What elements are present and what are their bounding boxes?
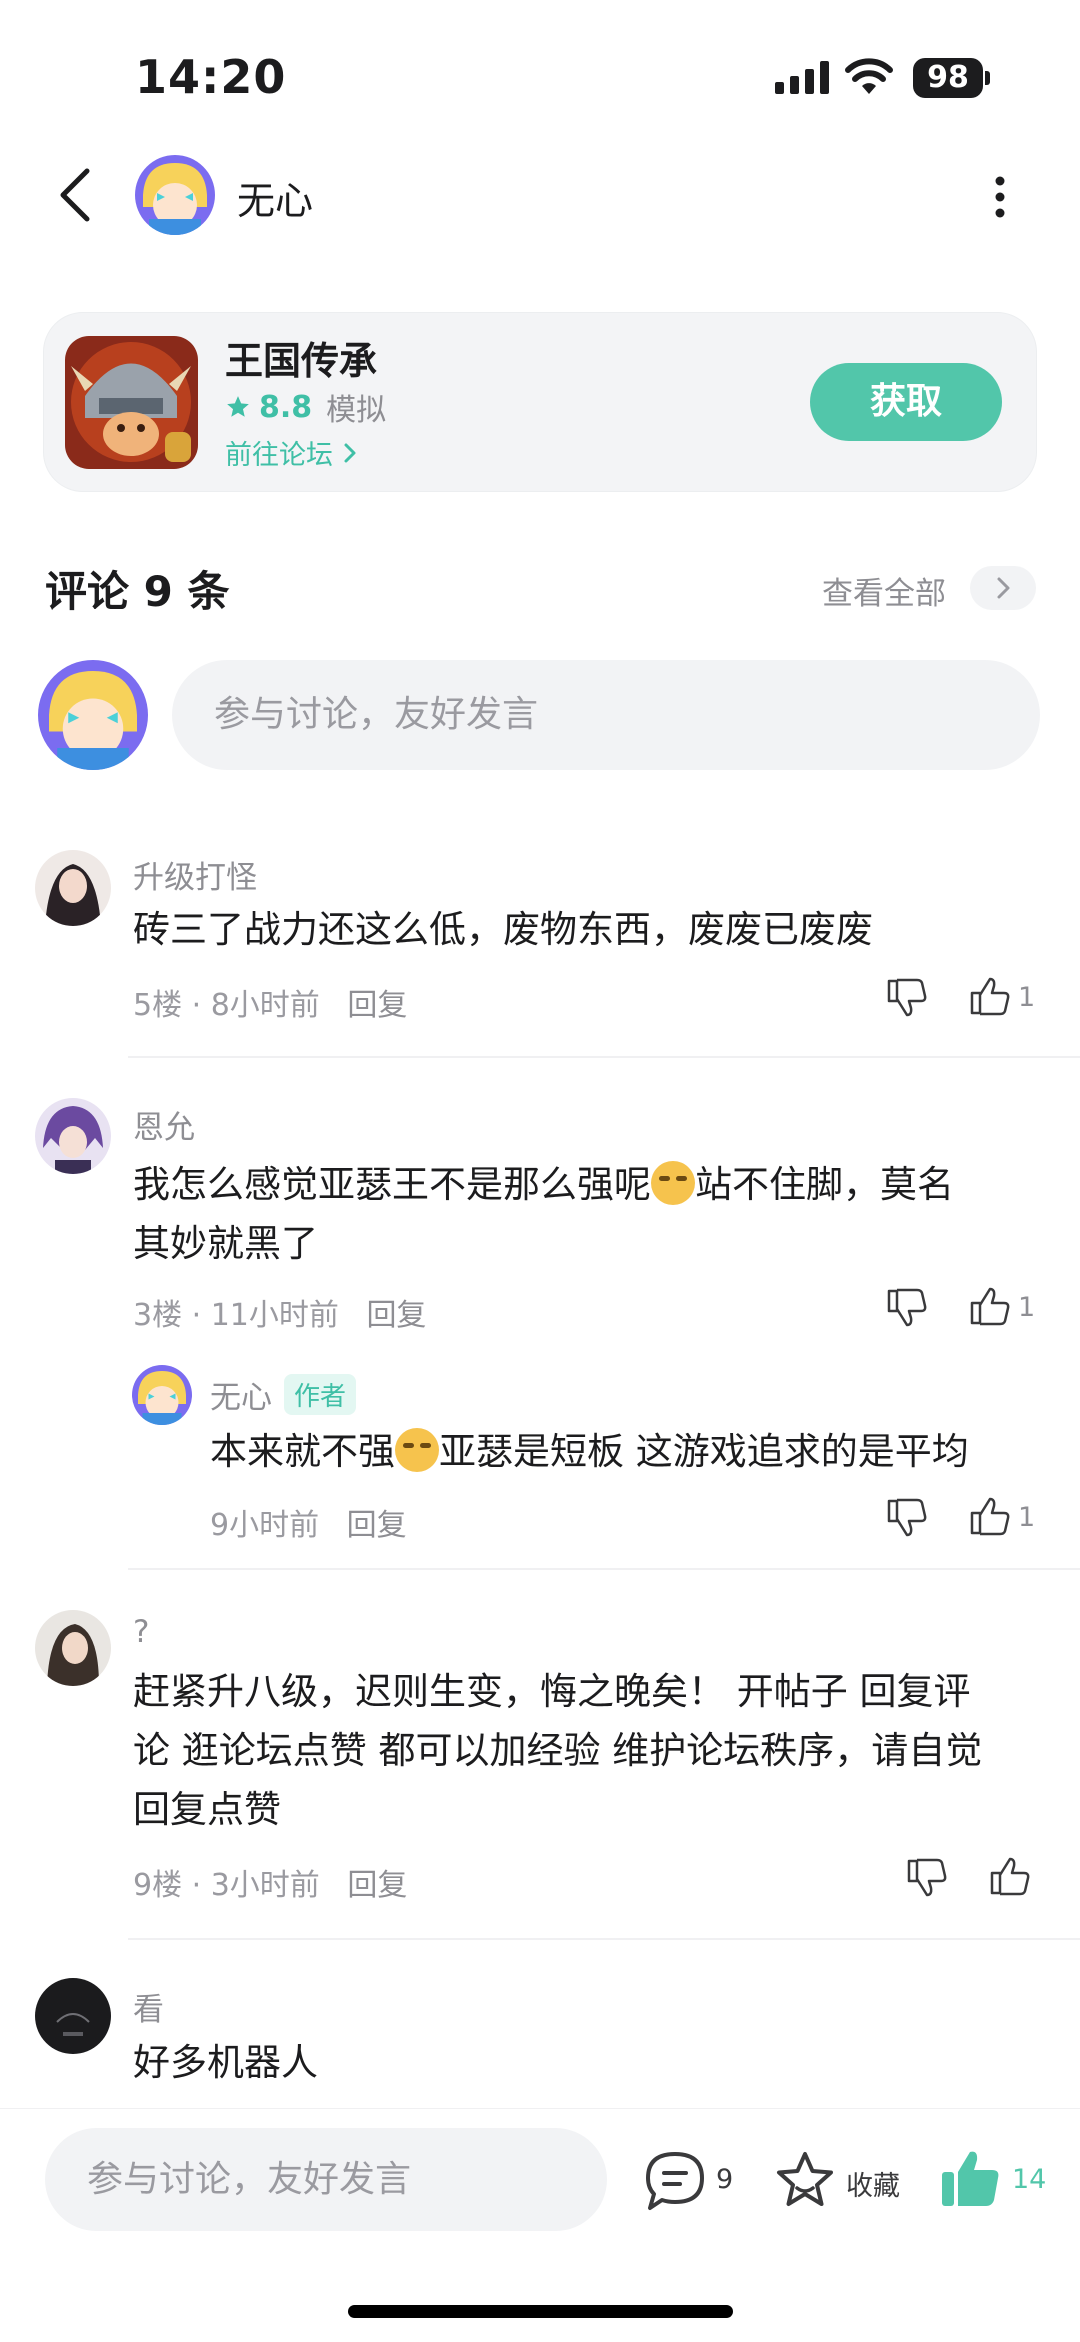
comment-text-part: 站不住脚，莫名 <box>695 1163 954 1206</box>
commenter-avatar[interactable] <box>35 1098 111 1174</box>
commenter-name[interactable]: 升级打怪 <box>133 852 257 897</box>
comment-time: 8小时前 <box>210 988 320 1023</box>
favorite-label[interactable]: 收藏 <box>846 2164 900 2203</box>
my-avatar <box>38 660 148 770</box>
like-icon[interactable] <box>968 1285 1012 1329</box>
favorite-star-icon[interactable] <box>772 2148 838 2214</box>
reply-author-avatar[interactable] <box>132 1365 192 1425</box>
dislike-icon[interactable] <box>885 975 929 1019</box>
like-count: 1 <box>1018 1502 1036 1533</box>
comment-meta: 9楼 · 3小时前 回复 <box>133 1868 408 1903</box>
like-icon[interactable] <box>968 1495 1012 1539</box>
reply-text-part: 亚瑟是短板 这游戏追求的是平均 <box>439 1430 969 1473</box>
reply-meta: 9小时前 回复 <box>210 1500 407 1544</box>
status-time: 14:20 <box>135 50 287 104</box>
view-all-button[interactable] <box>970 566 1036 610</box>
chevron-right-icon <box>344 443 356 462</box>
dislike-icon[interactable] <box>885 1495 929 1539</box>
comment-text: 赶紧升八级，迟则生变，悔之晚矣！ 开帖子 回复评 论 逛论坛点赞 都可以加经验 … <box>133 1662 1063 1839</box>
comment-meta: 3楼 · 11小时前 回复 <box>133 1298 427 1333</box>
comment-text: 我怎么感觉亚瑟王不是那么强呢 站不住脚，莫名 其妙就黑了 <box>133 1155 1033 1273</box>
comments-title: 评论 9 条 <box>45 567 230 616</box>
like-icon[interactable] <box>968 975 1012 1019</box>
battery-indicator: 98 <box>913 58 983 98</box>
commenter-avatar[interactable] <box>35 1610 111 1686</box>
divider <box>128 1056 1080 1058</box>
more-vertical-icon[interactable] <box>993 175 1007 219</box>
like-count-total: 14 <box>1012 2164 1047 2195</box>
reply-button[interactable]: 回复 <box>347 988 407 1023</box>
header-avatar[interactable] <box>135 155 215 235</box>
battery-nub <box>985 71 990 85</box>
author-badge: 作者 <box>284 1374 357 1415</box>
commenter-avatar[interactable] <box>35 1978 111 2054</box>
bottom-comment-input[interactable]: 参与讨论，友好发言 <box>45 2128 607 2231</box>
game-title: 王国传承 <box>225 339 378 383</box>
like-icon[interactable] <box>988 1855 1032 1899</box>
get-game-button[interactable]: 获取 <box>810 363 1002 441</box>
like-filled-icon[interactable] <box>938 2146 1004 2212</box>
comment-text-line: 赶紧升八级，迟则生变，悔之晚矣！ 开帖子 回复评 <box>133 1670 971 1713</box>
star-icon <box>227 396 249 417</box>
comment-text: 好多机器人 <box>133 2041 318 2084</box>
game-rating: 8.8 <box>259 389 313 425</box>
smirk-emoji-icon <box>651 1161 695 1205</box>
game-genre: 模拟 <box>326 393 387 428</box>
like-count: 1 <box>1018 1292 1036 1323</box>
reply-text-part: 本来就不强 <box>210 1430 395 1473</box>
commenter-name[interactable]: ? <box>133 1614 149 1650</box>
reply-button[interactable]: 回复 <box>366 1298 426 1333</box>
dislike-icon[interactable] <box>905 1855 949 1899</box>
game-rating-row: 8.8 模拟 <box>225 385 386 429</box>
reply-button[interactable]: 回复 <box>347 1868 407 1903</box>
dislike-icon[interactable] <box>885 1285 929 1329</box>
smirk-emoji-icon <box>395 1428 439 1472</box>
chevron-right-icon <box>997 577 1010 599</box>
comment-text-part: 其妙就黑了 <box>133 1222 318 1265</box>
comment-time: 3小时前 <box>210 1868 320 1903</box>
reply-time: 9小时前 <box>210 1508 320 1543</box>
cellular-signal-icon <box>775 60 829 94</box>
comment-floor: 3楼 <box>133 1298 183 1333</box>
comment-text-part: 我怎么感觉亚瑟王不是那么强呢 <box>133 1163 651 1206</box>
divider <box>128 1568 1080 1570</box>
reply-author-name[interactable]: 无心 <box>210 1372 272 1417</box>
header-username: 无心 <box>237 179 314 223</box>
home-indicator[interactable] <box>348 2305 733 2318</box>
comment-text-line: 回复点赞 <box>133 1788 281 1831</box>
like-count: 1 <box>1018 982 1036 1013</box>
forum-link-label: 前往论坛 <box>225 440 333 471</box>
comment-text: 砖三了战力还这么低，废物东西，废废已废废 <box>133 908 873 951</box>
forum-link[interactable]: 前往论坛 <box>225 433 357 472</box>
commenter-name[interactable]: 恩允 <box>133 1102 195 1147</box>
back-chevron-icon[interactable] <box>55 165 95 225</box>
reply-button[interactable]: 回复 <box>347 1508 407 1543</box>
commenter-avatar[interactable] <box>35 850 111 926</box>
comment-bubble-icon[interactable] <box>642 2148 708 2214</box>
game-app-icon[interactable] <box>65 336 198 469</box>
wifi-icon <box>845 58 893 94</box>
comment-count: 9 <box>716 2164 734 2195</box>
reply-author-row: 无心 作者 <box>210 1372 357 1417</box>
comment-floor: 9楼 <box>133 1868 183 1903</box>
reply-text: 本来就不强 亚瑟是短板 这游戏追求的是平均 <box>210 1422 969 1481</box>
view-all-link[interactable]: 查看全部 <box>822 568 946 613</box>
commenter-name[interactable]: 看 <box>133 1984 164 2029</box>
comment-time: 11小时前 <box>210 1298 339 1333</box>
comment-input[interactable]: 参与讨论，友好发言 <box>172 660 1040 770</box>
comment-meta: 5楼 · 8小时前 回复 <box>133 988 408 1023</box>
divider <box>128 1938 1080 1940</box>
comment-floor: 5楼 <box>133 988 183 1023</box>
comment-text-line: 论 逛论坛点赞 都可以加经验 维护论坛秩序，请自觉 <box>133 1729 983 1772</box>
